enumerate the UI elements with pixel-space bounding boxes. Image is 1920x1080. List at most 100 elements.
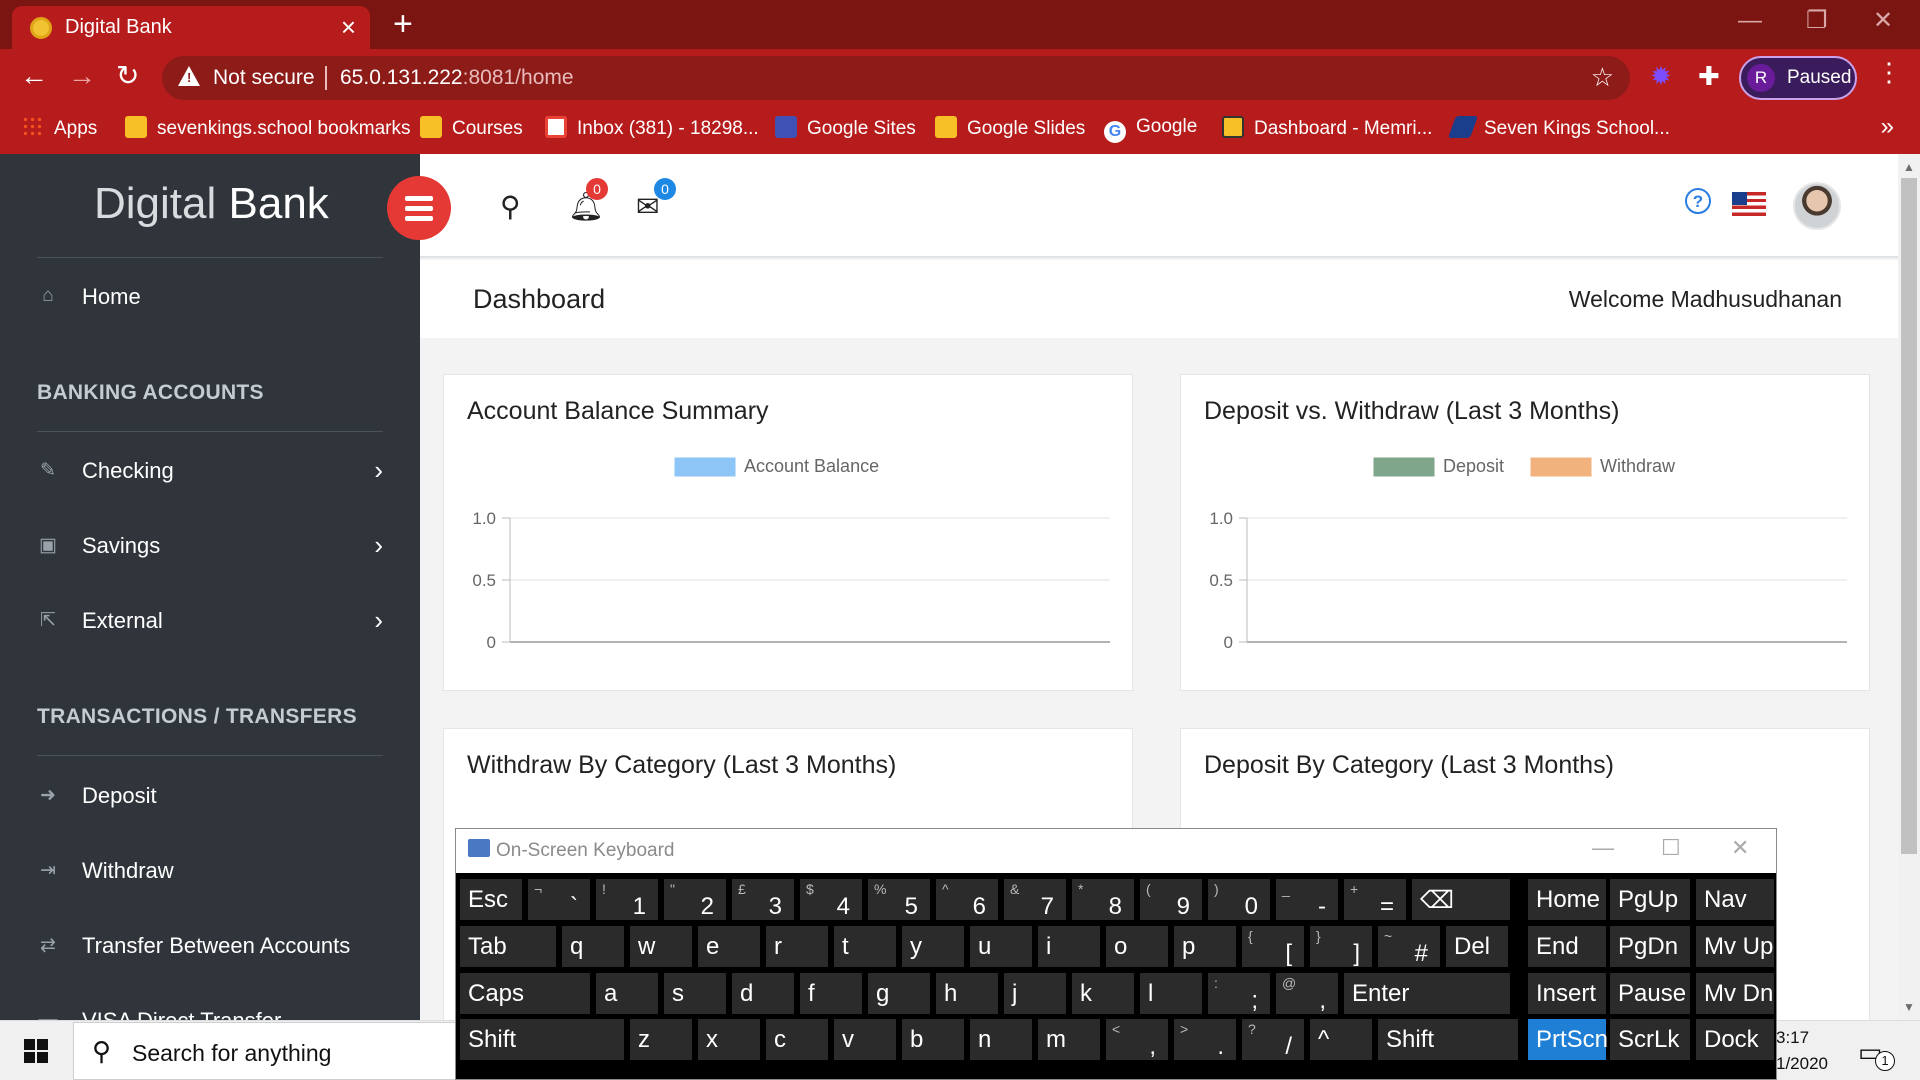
osk-key[interactable]: PgDn	[1610, 926, 1690, 967]
bookmark-star-icon[interactable]: ☆	[1591, 62, 1614, 93]
legend-label[interactable]: Withdraw	[1600, 456, 1676, 476]
osk-key[interactable]: + =	[1344, 879, 1406, 920]
osk-minimize-icon[interactable]: —	[1592, 835, 1614, 861]
bookmark-apps[interactable]: Apps	[22, 116, 97, 140]
osk-key[interactable]: r	[766, 926, 828, 967]
osk-key[interactable]: ScrLk	[1610, 1019, 1690, 1060]
window-minimize-icon[interactable]: —	[1738, 6, 1762, 36]
osk-key[interactable]: Insert	[1528, 973, 1606, 1014]
osk-key[interactable]: s	[664, 973, 726, 1014]
help-icon[interactable]: ?	[1685, 188, 1711, 214]
osk-key[interactable]: d	[732, 973, 794, 1014]
osk-key[interactable]: Dock	[1696, 1019, 1774, 1060]
bookmark-sevenkings[interactable]: sevenkings.school bookmarks	[125, 116, 410, 140]
osk-key[interactable]: l	[1140, 973, 1202, 1014]
sidebar-item-withdraw[interactable]: ⇥ Withdraw	[37, 851, 383, 891]
window-restore-icon[interactable]: ❐	[1806, 6, 1828, 36]
osk-key[interactable]: $4	[800, 879, 862, 920]
osk-key[interactable]: * 8	[1072, 879, 1134, 920]
bookmark-google-slides[interactable]: Google Slides	[935, 116, 1085, 140]
osk-key[interactable]: b	[902, 1019, 964, 1060]
osk-key[interactable]: PrtScn	[1528, 1019, 1608, 1060]
osk-key[interactable]: £3	[732, 879, 794, 920]
osk-key[interactable]: :;	[1208, 973, 1270, 1014]
scroll-down-arrow-icon[interactable]: ▼	[1903, 1000, 1915, 1014]
osk-key[interactable]: Home	[1528, 879, 1606, 920]
not-secure-label[interactable]: Not secure	[213, 66, 315, 90]
us-flag-icon[interactable]	[1732, 192, 1766, 216]
osk-key[interactable]: Shift	[1378, 1019, 1518, 1060]
osk-key[interactable]: p	[1174, 926, 1236, 967]
osk-key[interactable]: Mv Up	[1696, 926, 1774, 967]
osk-key[interactable]: ¬ `	[528, 879, 590, 920]
osk-key[interactable]: v	[834, 1019, 896, 1060]
notifications-bell-icon[interactable]: 🔔︎ 0	[568, 178, 608, 223]
forward-arrow-icon[interactable]: →	[68, 61, 96, 91]
legend-label[interactable]: Deposit	[1443, 456, 1504, 476]
taskbar-search-box[interactable]: ⚲ Search for anything	[73, 1022, 456, 1080]
bookmark-google[interactable]: G Google	[1104, 116, 1197, 143]
osk-key[interactable]: i	[1038, 926, 1100, 967]
osk-key[interactable]: Pause	[1610, 973, 1690, 1014]
osk-key[interactable]: <,	[1106, 1019, 1168, 1060]
legend-label[interactable]: Account Balance	[744, 456, 879, 476]
osk-key[interactable]: w	[630, 926, 692, 967]
sidebar-item-home[interactable]: ⌂ Home	[37, 277, 383, 317]
osk-key[interactable]: ? /	[1242, 1019, 1304, 1060]
back-arrow-icon[interactable]: ←	[20, 61, 48, 91]
osk-key[interactable]: ^ 6	[936, 879, 998, 920]
osk-key[interactable]: PgUp	[1610, 879, 1690, 920]
osk-key[interactable]: a	[596, 973, 658, 1014]
osk-key[interactable]: o	[1106, 926, 1168, 967]
osk-key[interactable]: }]	[1310, 926, 1372, 967]
browser-tab[interactable]: Digital Bank ×	[12, 6, 370, 49]
sidebar-item-checking[interactable]: ✎ Checking ›	[37, 451, 383, 491]
osk-key[interactable]: Caps	[460, 973, 590, 1014]
address-bar[interactable]: Not secure 65.0.131.222:8081/home ☆	[162, 56, 1630, 100]
osk-key[interactable]: m	[1038, 1019, 1100, 1060]
osk-key[interactable]: x	[698, 1019, 760, 1060]
osk-key[interactable]: Nav	[1696, 879, 1774, 920]
osk-key[interactable]: z	[630, 1019, 692, 1060]
search-icon[interactable]: ⚲	[500, 190, 521, 223]
osk-key[interactable]: g	[868, 973, 930, 1014]
osk-titlebar[interactable]: On-Screen Keyboard — ☐ ✕	[456, 829, 1776, 873]
bookmark-courses[interactable]: Courses	[420, 116, 523, 140]
osk-key[interactable]: u	[970, 926, 1032, 967]
windows-start-icon[interactable]	[24, 1039, 48, 1063]
osk-key[interactable]: Tab	[460, 926, 556, 967]
sidebar-item-savings[interactable]: ▣ Savings ›	[37, 526, 383, 566]
sidebar-item-visa-transfer[interactable]: ▬ VISA Direct Transfer	[37, 1001, 383, 1020]
sidebar-toggle-button[interactable]	[387, 176, 451, 240]
address-url[interactable]: 65.0.131.222:8081/home	[340, 66, 574, 90]
osk-key[interactable]: (9	[1140, 879, 1202, 920]
more-bookmarks-chevron-icon[interactable]: »	[1881, 113, 1894, 141]
osk-key[interactable]: Del	[1446, 926, 1508, 967]
osk-key[interactable]: Mv Dn	[1696, 973, 1774, 1014]
sidebar-item-transfer[interactable]: ⇄ Transfer Between Accounts	[37, 926, 383, 966]
osk-maximize-icon[interactable]: ☐	[1661, 835, 1681, 861]
window-close-icon[interactable]: ✕	[1873, 6, 1893, 36]
osk-key[interactable]: " 2	[664, 879, 726, 920]
osk-key[interactable]: ^	[1310, 1019, 1372, 1060]
legend-swatch[interactable]	[1530, 457, 1592, 477]
osk-key[interactable]: ~ #	[1378, 926, 1440, 967]
osk-key[interactable]: End	[1528, 926, 1606, 967]
osk-key[interactable]: ! 1	[596, 879, 658, 920]
osk-key[interactable]: {[	[1242, 926, 1304, 967]
page-scrollbar[interactable]: ▲ ▼	[1898, 154, 1920, 1020]
osk-key[interactable]: Enter	[1344, 973, 1510, 1014]
osk-key[interactable]: t	[834, 926, 896, 967]
osk-key[interactable]: >.	[1174, 1019, 1236, 1060]
osk-key[interactable]: h	[936, 973, 998, 1014]
messages-envelope-icon[interactable]: ✉ 0	[636, 178, 676, 223]
legend-swatch[interactable]	[674, 457, 736, 477]
sidebar-item-deposit[interactable]: ➜ Deposit	[37, 776, 383, 816]
osk-key[interactable]: c	[766, 1019, 828, 1060]
osk-key[interactable]: % 5	[868, 879, 930, 920]
osk-key[interactable]: k	[1072, 973, 1134, 1014]
osk-key[interactable]: @,	[1276, 973, 1338, 1014]
legend-swatch[interactable]	[1373, 457, 1435, 477]
bookmark-inbox[interactable]: Inbox (381) - 18298...	[545, 116, 759, 140]
sidebar-item-external[interactable]: ⇱ External ›	[37, 601, 383, 641]
